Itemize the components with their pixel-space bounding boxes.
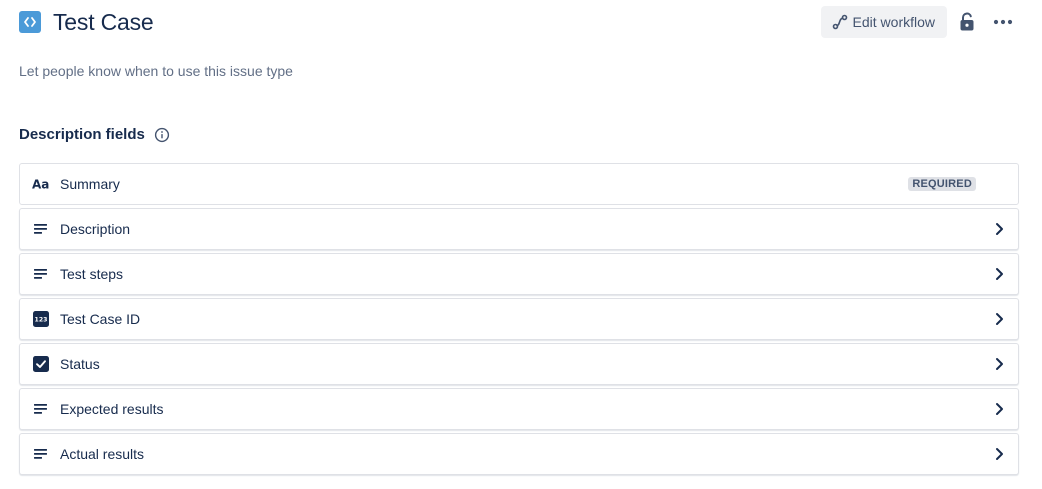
chevron-right-icon[interactable]: [990, 265, 1008, 283]
svg-text:Aa: Aa: [32, 178, 49, 192]
field-label: Status: [60, 356, 100, 372]
paragraph-lines-icon: [32, 265, 50, 283]
field-label: Summary: [60, 176, 120, 192]
description-fields-heading: Description fields: [19, 126, 170, 143]
code-brackets-icon: [19, 11, 41, 33]
text-aa-icon: Aa: [32, 175, 50, 193]
field-row-actual-results[interactable]: Actual results: [19, 433, 1019, 475]
unlock-icon: [959, 12, 975, 32]
chevron-right-icon[interactable]: [990, 310, 1008, 328]
field-row-status[interactable]: Status: [19, 343, 1019, 385]
field-row-test-case-id[interactable]: 123 Test Case ID: [19, 298, 1019, 340]
lock-button[interactable]: [951, 6, 983, 38]
field-label: Test steps: [60, 266, 124, 282]
section-title: Description fields: [19, 126, 145, 143]
more-dots-icon: [993, 19, 1013, 25]
checkbox-icon: [32, 355, 50, 373]
workflow-icon: [831, 13, 849, 31]
field-label: Expected results: [60, 401, 164, 417]
chevron-right-icon[interactable]: [990, 220, 1008, 238]
issue-type-description-placeholder[interactable]: Let people know when to use this issue t…: [19, 63, 293, 79]
paragraph-lines-icon: [32, 220, 50, 238]
required-badge: REQUIRED: [908, 177, 976, 191]
description-fields-list: Aa Summary REQUIRED Description Test ste…: [19, 163, 1019, 478]
field-label: Test Case ID: [60, 311, 141, 327]
chevron-right-icon[interactable]: [990, 445, 1008, 463]
edit-workflow-button[interactable]: Edit workflow: [820, 6, 947, 38]
field-row-description[interactable]: Description: [19, 208, 1019, 250]
edit-workflow-label: Edit workflow: [852, 14, 935, 30]
header-actions: Edit workflow: [820, 6, 1019, 38]
page-header: Test Case Edit workflow: [19, 6, 1019, 38]
chevron-right-icon[interactable]: [990, 400, 1008, 418]
number-123-icon: 123: [32, 310, 50, 328]
field-row-test-steps[interactable]: Test steps: [19, 253, 1019, 295]
field-row-expected-results[interactable]: Expected results: [19, 388, 1019, 430]
svg-text:123: 123: [35, 317, 48, 324]
more-options-button[interactable]: [987, 6, 1019, 38]
field-label: Description: [60, 221, 131, 237]
field-row-summary[interactable]: Aa Summary REQUIRED: [19, 163, 1019, 205]
page-title: Test Case: [53, 9, 154, 35]
paragraph-lines-icon: [32, 445, 50, 463]
paragraph-lines-icon: [32, 400, 50, 418]
chevron-right-icon[interactable]: [990, 355, 1008, 373]
field-label: Actual results: [60, 446, 145, 462]
info-icon[interactable]: [154, 127, 170, 143]
